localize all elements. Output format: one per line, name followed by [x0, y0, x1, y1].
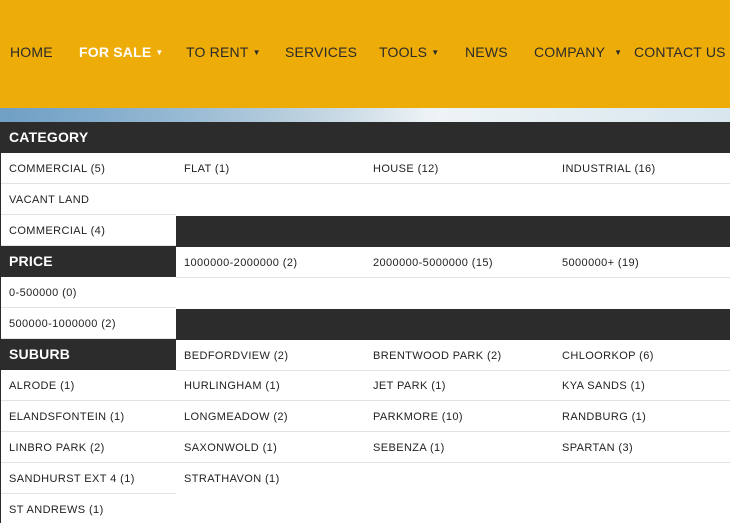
chevron-down-icon: ▼ — [155, 48, 164, 57]
price-header: PRICE — [1, 246, 176, 277]
nav-for-sale[interactable]: FOR SALE ▼ — [79, 44, 164, 60]
category-title: CATEGORY — [9, 129, 89, 145]
chevron-down-icon: ▼ — [614, 48, 623, 57]
list-item: BEDFORDVIEW (2) BRENTWOOD PARK (2) CHLOO… — [176, 340, 730, 371]
suburb-hurlingham[interactable]: HURLINGHAM (1) — [184, 380, 280, 392]
list-item: VACANT LAND — [1, 184, 176, 215]
category-house[interactable]: HOUSE (12) — [373, 163, 439, 175]
list-item: COMMERCIAL (5) FLAT (1) HOUSE (12) INDUS… — [1, 153, 730, 184]
price-header-bar — [176, 216, 730, 247]
price-500k-1m[interactable]: 500000-1000000 (2) — [9, 318, 116, 330]
suburb-alrode[interactable]: ALRODE (1) — [9, 380, 75, 392]
list-item: ALRODE (1) HURLINGHAM (1) JET PARK (1) K… — [1, 370, 730, 401]
suburb-kya-sands[interactable]: KYA SANDS (1) — [562, 380, 645, 392]
suburb-header: SUBURB — [1, 339, 176, 370]
list-item: LINBRO PARK (2) SAXONWOLD (1) SEBENZA (1… — [1, 432, 730, 463]
suburb-bedfordview[interactable]: BEDFORDVIEW (2) — [184, 350, 288, 362]
nav-to-rent[interactable]: TO RENT ▼ — [186, 44, 261, 60]
nav-company-label: COMPANY — [534, 44, 606, 60]
price-title: PRICE — [9, 253, 53, 269]
list-item: ELANDSFONTEIN (1) LONGMEADOW (2) PARKMOR… — [1, 401, 730, 432]
suburb-header-bar — [176, 309, 730, 340]
suburb-linbro-park[interactable]: LINBRO PARK (2) — [9, 442, 105, 454]
suburb-randburg[interactable]: RANDBURG (1) — [562, 411, 646, 423]
suburb-brentwood-park[interactable]: BRENTWOOD PARK (2) — [373, 350, 502, 362]
list-item: COMMERCIAL (4) — [1, 215, 176, 246]
category-vacant-land[interactable]: VACANT LAND — [9, 194, 89, 206]
main-nav: HOME FOR SALE ▼ TO RENT ▼ SERVICES TOOLS ▼ … — [0, 0, 730, 108]
category-header: CATEGORY — [1, 122, 730, 153]
suburb-spartan[interactable]: SPARTAN (3) — [562, 442, 633, 454]
suburb-strathavon[interactable]: STRATHAVON (1) — [184, 473, 280, 485]
nav-home[interactable]: HOME — [10, 44, 53, 60]
nav-company[interactable]: COMPANY ▼ — [534, 44, 622, 60]
nav-services[interactable]: SERVICES — [285, 44, 357, 60]
nav-contact-us[interactable]: CONTACT US — [634, 44, 726, 60]
list-item: 0-500000 (0) — [1, 277, 176, 308]
chevron-down-icon: ▼ — [431, 48, 440, 57]
list-item: 1000000-2000000 (2) 2000000-5000000 (15)… — [176, 247, 730, 278]
category-flat[interactable]: FLAT (1) — [184, 163, 230, 175]
nav-tools[interactable]: TOOLS ▼ — [379, 44, 439, 60]
nav-to-rent-label: TO RENT — [186, 44, 249, 60]
price-5m-plus[interactable]: 5000000+ (19) — [562, 257, 639, 269]
suburb-st-andrews[interactable]: ST ANDREWS (1) — [9, 504, 104, 516]
chevron-down-icon: ▼ — [252, 48, 261, 57]
nav-tools-label: TOOLS — [379, 44, 428, 60]
price-2m-5m[interactable]: 2000000-5000000 (15) — [373, 257, 493, 269]
list-item: ST ANDREWS (1) — [1, 494, 176, 523]
category-commercial-2[interactable]: COMMERCIAL (4) — [9, 225, 105, 237]
suburb-title: SUBURB — [9, 346, 71, 362]
suburb-sebenza[interactable]: SEBENZA (1) — [373, 442, 445, 454]
price-1m-2m[interactable]: 1000000-2000000 (2) — [184, 257, 297, 269]
suburb-elandsfontein[interactable]: ELANDSFONTEIN (1) — [9, 411, 125, 423]
category-commercial[interactable]: COMMERCIAL (5) — [9, 163, 105, 175]
nav-for-sale-label: FOR SALE — [79, 44, 152, 60]
suburb-saxonwold[interactable]: SAXONWOLD (1) — [184, 442, 277, 454]
category-industrial[interactable]: INDUSTRIAL (16) — [562, 163, 656, 175]
price-0-500k[interactable]: 0-500000 (0) — [9, 287, 77, 299]
for-sale-dropdown: CATEGORY COMMERCIAL (5) FLAT (1) HOUSE (… — [0, 122, 730, 523]
list-item: 500000-1000000 (2) — [1, 308, 176, 339]
suburb-longmeadow[interactable]: LONGMEADOW (2) — [184, 411, 288, 423]
suburb-chloorkop[interactable]: CHLOORKOP (6) — [562, 350, 654, 362]
nav-news[interactable]: NEWS — [465, 44, 508, 60]
list-item-divider — [1, 463, 176, 494]
suburb-parkmore[interactable]: PARKMORE (10) — [373, 411, 463, 423]
suburb-jet-park[interactable]: JET PARK (1) — [373, 380, 446, 392]
